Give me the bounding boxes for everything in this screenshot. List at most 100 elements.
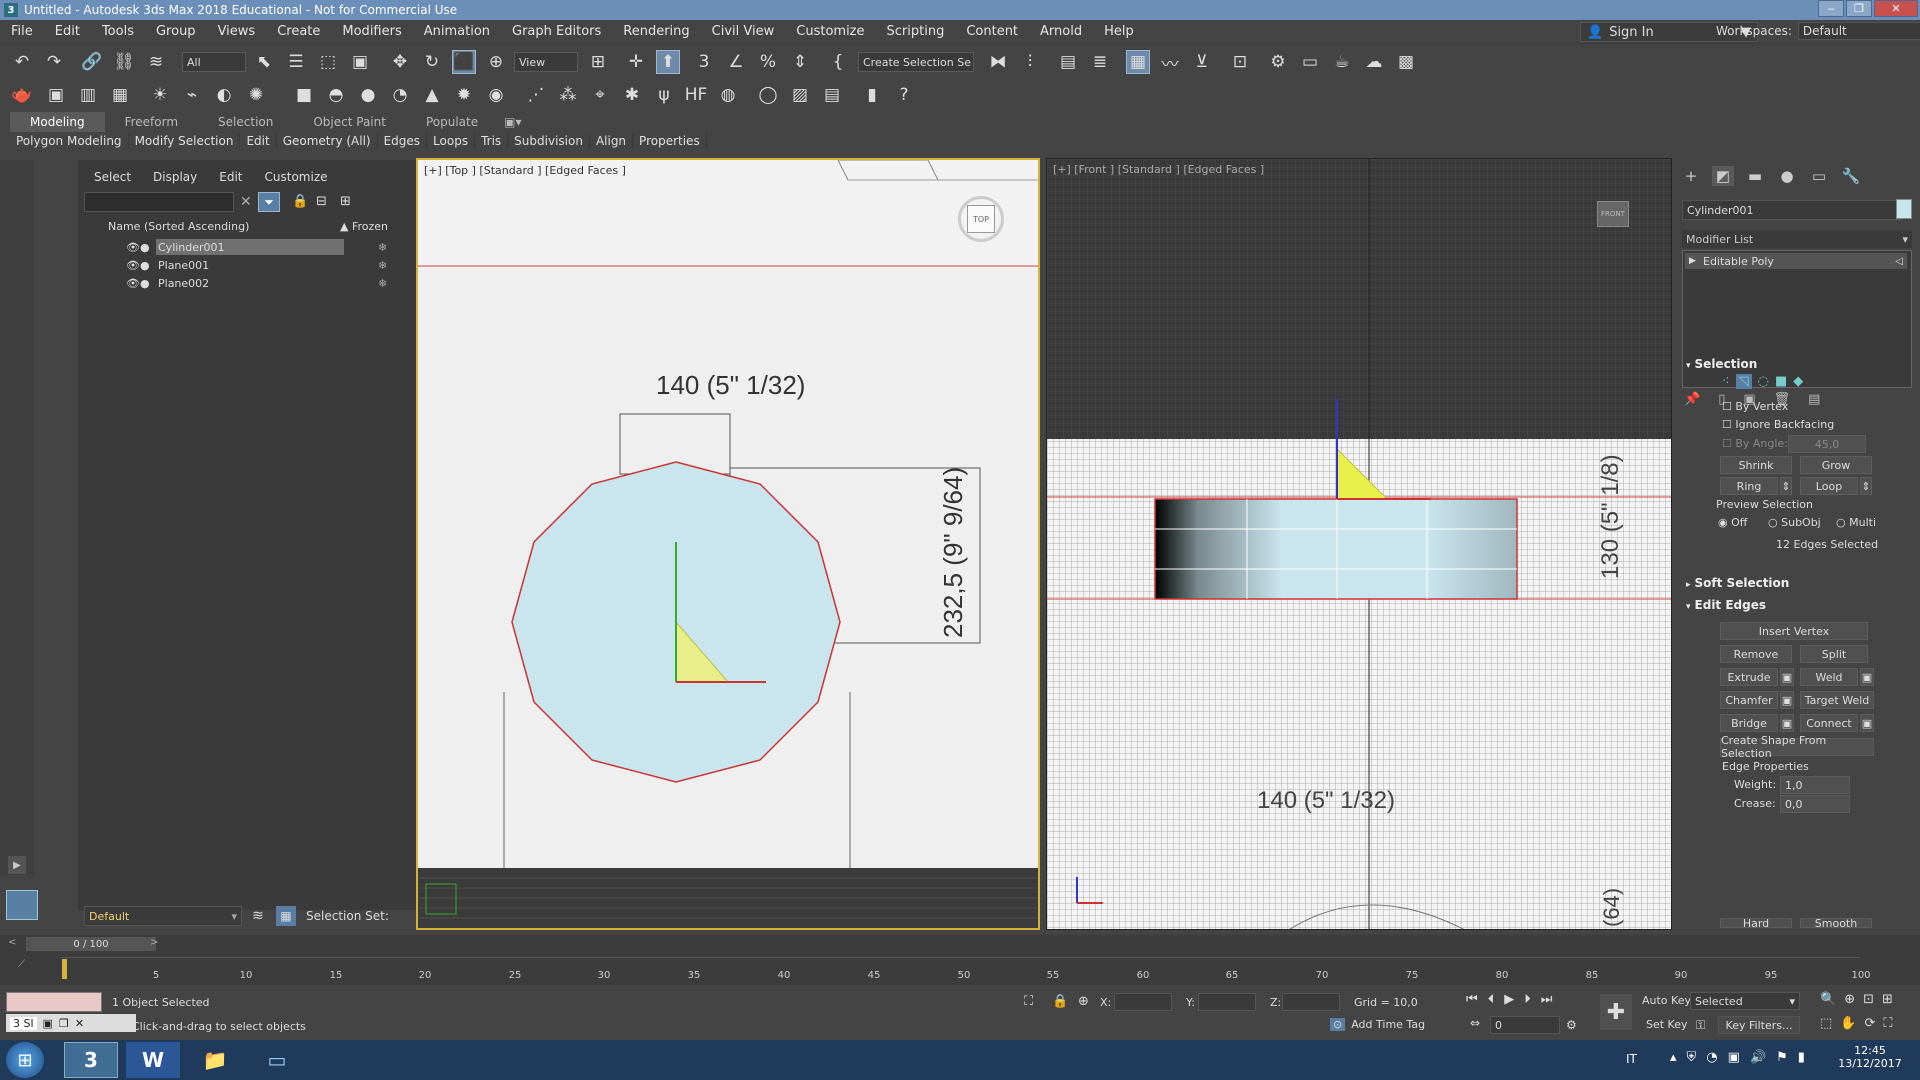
key-mode-dropdown[interactable]: Selected ▾: [1690, 992, 1800, 1010]
vertex-mode-icon[interactable]: ⁖: [1722, 374, 1730, 389]
hard-button[interactable]: Hard: [1720, 918, 1792, 928]
undo-icon[interactable]: ↶: [10, 50, 34, 74]
insert-vertex-button[interactable]: Insert Vertex: [1720, 622, 1868, 640]
menu-graph-editors[interactable]: Graph Editors: [501, 24, 612, 39]
helper-icon[interactable]: ◐: [212, 83, 236, 107]
layer-manager-icon[interactable]: ≣: [1088, 50, 1112, 74]
polygon-mode-icon[interactable]: ■: [1775, 374, 1787, 389]
eye-icon[interactable]: 👁: [126, 259, 140, 272]
ribbon-align[interactable]: Align: [590, 134, 634, 148]
menu-views[interactable]: Views: [207, 24, 267, 39]
edit-named-selection-icon[interactable]: {: [826, 50, 850, 74]
align-icon[interactable]: ⫶: [1018, 50, 1042, 74]
weld-settings-icon[interactable]: ▣: [1860, 668, 1874, 686]
license-icon[interactable]: ▮: [860, 83, 884, 107]
viewcube-face[interactable]: TOP: [967, 205, 995, 233]
scale-icon[interactable]: ⬛: [452, 50, 476, 74]
target-weld-button[interactable]: Target Weld: [1800, 691, 1874, 709]
menu-file[interactable]: File: [0, 24, 44, 39]
shrink-button[interactable]: Shrink: [1720, 456, 1792, 474]
ribbon-modify-selection[interactable]: Modify Selection: [129, 134, 241, 148]
frozen-icon[interactable]: ❄: [378, 259, 387, 272]
bind-space-warp-icon[interactable]: ≋: [144, 50, 168, 74]
chamfer-settings-icon[interactable]: ▣: [1780, 691, 1794, 709]
by-angle-spinner[interactable]: 45,0: [1788, 435, 1866, 453]
se-menu-edit[interactable]: Edit: [219, 170, 242, 184]
teapot-primitive-icon[interactable]: ◔: [388, 83, 412, 107]
move-icon[interactable]: ✥: [388, 50, 412, 74]
redo-icon[interactable]: ↷: [42, 50, 66, 74]
border-mode-icon[interactable]: ◌: [1758, 374, 1769, 389]
utilities-tab-icon[interactable]: 🔧: [1840, 166, 1862, 186]
weld-button[interactable]: Weld: [1800, 668, 1858, 686]
box-icon[interactable]: ■: [292, 83, 316, 107]
orbit-icon[interactable]: ⟳: [1864, 1016, 1875, 1031]
ribbon-edges[interactable]: Edges: [378, 134, 428, 148]
create-tab-icon[interactable]: +: [1680, 166, 1702, 186]
loop-button[interactable]: Loop: [1800, 477, 1858, 495]
render-dot-icon[interactable]: ●: [140, 241, 150, 254]
chamfer-button[interactable]: Chamfer: [1720, 691, 1778, 709]
preview-subobj-radio[interactable]: ○ SubObj: [1768, 516, 1821, 529]
hierarchy-tab-icon[interactable]: ▬: [1744, 166, 1766, 186]
hemisphere-icon[interactable]: ◓: [324, 83, 348, 107]
grid-plane-icon[interactable]: ⋰: [524, 83, 548, 107]
ribbon-tris[interactable]: Tris: [475, 134, 509, 148]
split-button[interactable]: Split: [1800, 645, 1868, 663]
key-filters-button[interactable]: Key Filters...: [1718, 1016, 1800, 1034]
play-icon[interactable]: ▶: [1504, 992, 1514, 1007]
set-key-large-icon[interactable]: ✚: [1600, 994, 1632, 1030]
schematic-view-icon[interactable]: ⊻: [1190, 50, 1214, 74]
menu-customize[interactable]: Customize: [785, 24, 875, 39]
rotate-icon[interactable]: ↻: [420, 50, 444, 74]
scene-row-cylinder001[interactable]: 👁 ● Cylinder001 ❄: [78, 238, 416, 256]
mirror-icon[interactable]: ⧓: [986, 50, 1010, 74]
grow-button[interactable]: Grow: [1800, 456, 1872, 474]
set-key-button[interactable]: Set Key: [1646, 1018, 1688, 1031]
sun-light-icon[interactable]: ✹: [452, 83, 476, 107]
viewcube[interactable]: TOP: [958, 196, 1004, 242]
clear-search-icon[interactable]: ✕: [240, 194, 252, 210]
modifier-list-dropdown[interactable]: Modifier List ▾: [1682, 230, 1912, 248]
zoom-extents-all-icon[interactable]: ⊞: [1882, 992, 1893, 1007]
compact-material-icon[interactable]: ▥: [76, 83, 100, 107]
expand-arrow-icon[interactable]: ▶: [8, 856, 26, 874]
pivot-center-icon[interactable]: ⊞: [586, 50, 610, 74]
keyboard-shortcut-override-icon[interactable]: ⬆: [656, 50, 680, 74]
viewcube-face[interactable]: FRONT: [1601, 210, 1625, 218]
tab-object-paint[interactable]: Object Paint: [293, 112, 406, 132]
menu-group[interactable]: Group: [145, 24, 207, 39]
tab-modeling[interactable]: Modeling: [10, 112, 105, 132]
extrude-settings-icon[interactable]: ▣: [1780, 668, 1794, 686]
taskbar-word-icon[interactable]: W: [126, 1042, 180, 1078]
pin-stack-icon[interactable]: 📌: [1684, 392, 1700, 407]
expand-icon[interactable]: ▶: [1689, 256, 1696, 266]
viewport-front-label[interactable]: [+] [Front ] [Standard ] [Edged Faces ]: [1053, 163, 1264, 176]
select-by-name-icon[interactable]: ☰: [284, 50, 308, 74]
place-icon[interactable]: ⊕: [484, 50, 508, 74]
loop-spinner[interactable]: ⇕: [1860, 477, 1872, 495]
layers-icon[interactable]: ≋: [252, 908, 264, 924]
material-browser-icon[interactable]: ▦: [108, 83, 132, 107]
reference-coord-dropdown[interactable]: View: [514, 52, 578, 72]
field-of-view-icon[interactable]: ⬚: [1820, 1016, 1832, 1031]
layer-sort-icon[interactable]: ⊞: [340, 194, 351, 209]
viewport-top-label[interactable]: [+] [Top ] [Standard ] [Edged Faces ]: [424, 164, 626, 177]
ring-spinner[interactable]: ⇕: [1780, 477, 1792, 495]
lock-icon[interactable]: 🔒: [292, 194, 308, 209]
camera-icon[interactable]: ⌁: [180, 83, 204, 107]
previous-frame-icon[interactable]: ⏴: [1488, 992, 1495, 1007]
zoom-all-icon[interactable]: ⊕: [1844, 992, 1855, 1007]
teapot-icon[interactable]: 🫖: [10, 83, 34, 107]
restore-button[interactable]: ❐: [1846, 0, 1872, 17]
cone-icon[interactable]: ▲: [420, 83, 444, 107]
render-grid-icon[interactable]: ▩: [1394, 50, 1418, 74]
absolute-mode-icon[interactable]: ⊕: [1078, 994, 1089, 1009]
close-button[interactable]: ✕: [1874, 0, 1918, 17]
modifier-editable-poly[interactable]: ▶ Editable Poly ◁: [1685, 253, 1907, 269]
hierarchy-icon[interactable]: ⊟: [316, 194, 327, 209]
menu-scripting[interactable]: Scripting: [876, 24, 956, 39]
menu-help[interactable]: Help: [1093, 24, 1145, 39]
clock[interactable]: 12:45 13/12/2017: [1830, 1044, 1910, 1070]
ribbon-properties[interactable]: Properties: [633, 134, 707, 148]
